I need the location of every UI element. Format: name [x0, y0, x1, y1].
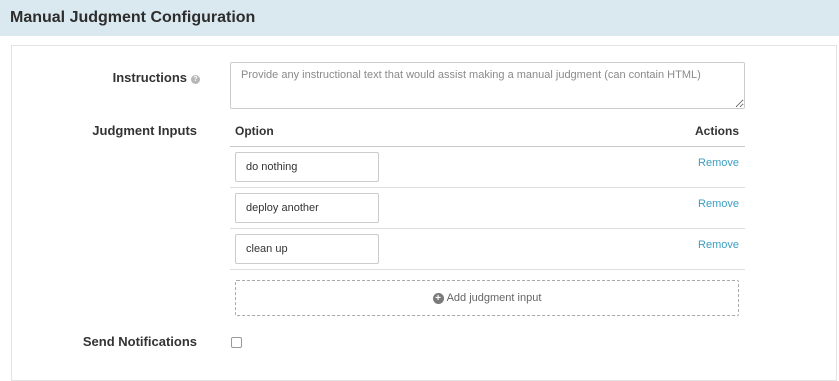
judgment-inputs-label: Judgment Inputs — [92, 123, 197, 138]
page-header: Manual Judgment Configuration — [0, 0, 839, 36]
remove-link-1[interactable]: Remove — [698, 157, 739, 169]
option-input-2[interactable] — [235, 193, 379, 223]
add-judgment-input-button[interactable]: + Add judgment input — [235, 280, 739, 316]
option-column-header: Option — [235, 124, 274, 138]
send-notifications-checkbox[interactable] — [231, 337, 242, 348]
actions-column-header: Actions — [694, 124, 739, 138]
help-icon[interactable]: ? — [191, 75, 200, 84]
send-notifications-label: Send Notifications — [82, 334, 197, 349]
option-input-1[interactable] — [235, 152, 379, 182]
remove-link-3[interactable]: Remove — [698, 239, 739, 251]
add-judgment-input-label: Add judgment input — [446, 292, 542, 304]
page-title: Manual Judgment Configuration — [10, 9, 256, 26]
instructions-textarea[interactable] — [230, 62, 745, 109]
plus-circle-icon: + — [432, 292, 444, 304]
instructions-label: Instructions? — [100, 70, 200, 85]
option-input-3[interactable] — [235, 234, 379, 264]
table-header-divider — [230, 146, 745, 147]
row-divider — [230, 187, 745, 188]
row-divider — [230, 228, 745, 229]
remove-link-2[interactable]: Remove — [698, 198, 739, 210]
row-divider — [230, 269, 745, 270]
instructions-label-text: Instructions — [112, 70, 187, 85]
